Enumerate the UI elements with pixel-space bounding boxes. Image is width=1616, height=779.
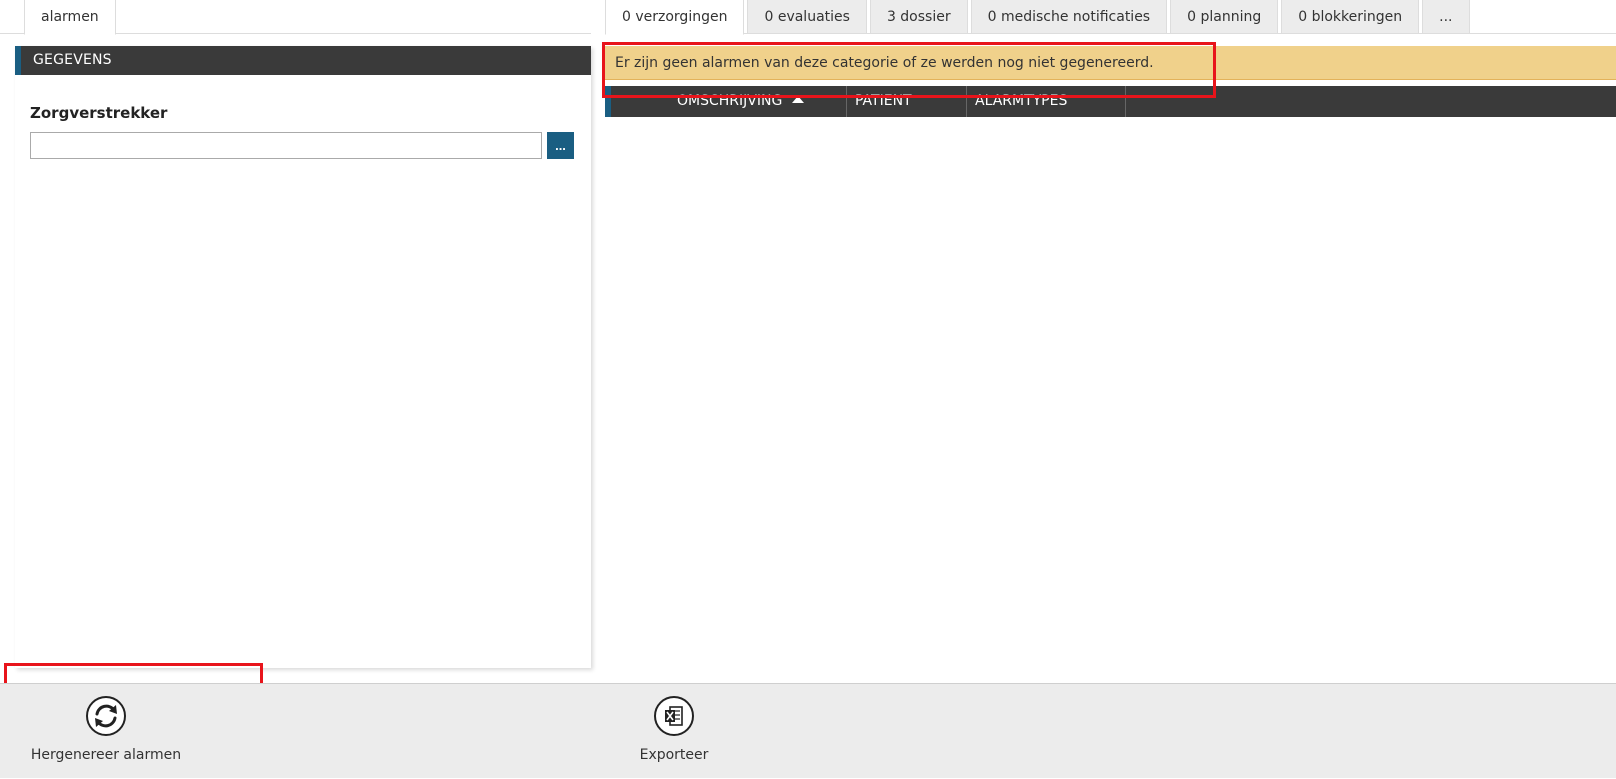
refresh-icon bbox=[86, 696, 126, 736]
grid-header: OMSCHRIJVING PATIENT ALARMTYPES bbox=[605, 86, 1616, 117]
warning-banner: Er zijn geen alarmen van deze categorie … bbox=[605, 46, 1616, 80]
zorgverstrekker-input[interactable] bbox=[30, 132, 542, 159]
zorgverstrekker-lookup-button[interactable]: ... bbox=[547, 132, 574, 159]
tab-alarmen[interactable]: alarmen bbox=[24, 0, 116, 35]
column-patient[interactable]: PATIENT bbox=[847, 86, 967, 117]
tab-verzorgingen[interactable]: 0 verzorgingen bbox=[605, 0, 745, 35]
tab-medische-notificaties[interactable]: 0 medische notificaties bbox=[970, 0, 1168, 34]
zorgverstrekker-label: Zorgverstrekker bbox=[30, 104, 168, 122]
regenerate-alarms-label: Hergenereer alarmen bbox=[30, 747, 182, 763]
column-alarmtypes[interactable]: ALARMTYPES bbox=[967, 86, 1126, 117]
tab-evaluaties[interactable]: 0 evaluaties bbox=[747, 0, 867, 34]
tab-dossier[interactable]: 3 dossier bbox=[869, 0, 968, 34]
bottom-toolbar: Hergenereer alarmen Exporteer bbox=[0, 683, 1616, 778]
excel-icon bbox=[654, 696, 694, 736]
export-label: Exporteer bbox=[639, 747, 709, 763]
panel-header: GEGEVENS bbox=[15, 46, 591, 75]
right-tab-bar: 0 verzorgingen 0 evaluaties 3 dossier 0 … bbox=[605, 0, 1616, 35]
gegevens-panel: GEGEVENS Zorgverstrekker ... bbox=[15, 46, 591, 668]
tab-more[interactable]: ... bbox=[1422, 0, 1470, 34]
column-omschrijving[interactable]: OMSCHRIJVING bbox=[611, 86, 847, 117]
tab-planning[interactable]: 0 planning bbox=[1170, 0, 1279, 34]
tab-blokkeringen[interactable]: 0 blokkeringen bbox=[1281, 0, 1420, 34]
sort-ascending-icon bbox=[792, 96, 805, 103]
export-button[interactable]: Exporteer bbox=[619, 684, 729, 779]
regenerate-alarms-button[interactable]: Hergenereer alarmen bbox=[10, 684, 202, 779]
left-tab-bar: alarmen bbox=[0, 0, 591, 35]
column-omschrijving-label: OMSCHRIJVING bbox=[677, 93, 783, 109]
